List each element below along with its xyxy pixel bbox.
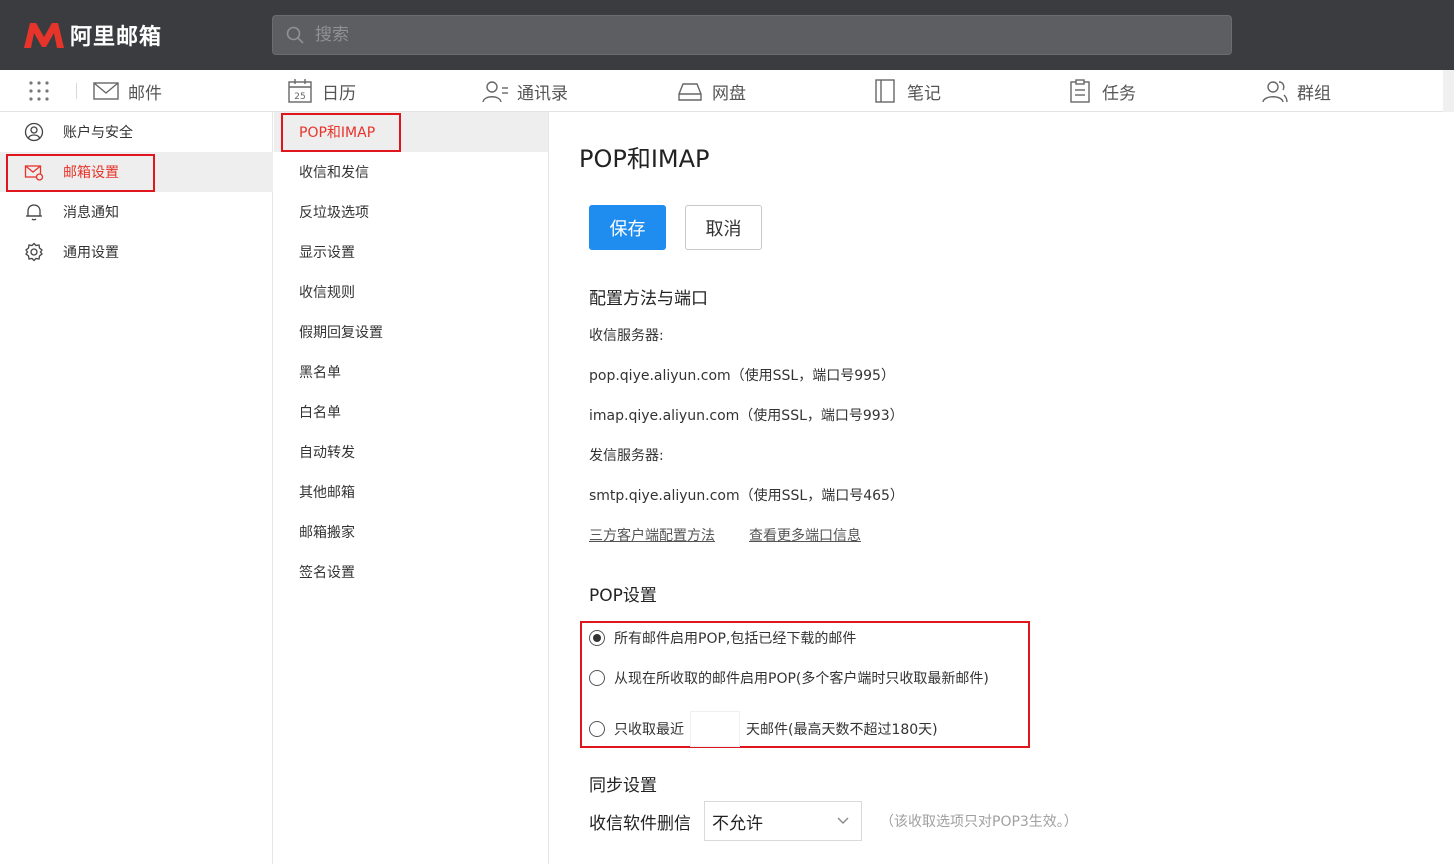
mailbox-settings-subnav: POP和IMAP 收信和发信 反垃圾选项 显示设置 收信规则 假期回复设置 黑名… xyxy=(274,112,549,864)
settings-panel: POP和IMAP 保存 取消 配置方法与端口 收信服务器: pop.qiye.a… xyxy=(549,112,1454,864)
radio-selected[interactable] xyxy=(589,630,605,646)
nav-label: 网盘 xyxy=(712,83,746,104)
imap-server-line: imap.qiye.aliyun.com（使用SSL，端口号993） xyxy=(589,408,904,424)
drive-icon xyxy=(678,83,702,101)
apps-grid-icon[interactable] xyxy=(28,80,50,102)
pop-option-label: 所有邮件启用POP,包括已经下载的邮件 xyxy=(614,631,857,647)
subnav-item-blacklist[interactable]: 黑名单 xyxy=(274,352,548,392)
subnav-item-label: 收信和发信 xyxy=(299,165,369,181)
pop-option-label: 只收取最近 xyxy=(614,722,684,738)
subnav-item-display[interactable]: 显示设置 xyxy=(274,232,548,272)
subnav-item-whitelist[interactable]: 白名单 xyxy=(274,392,548,432)
nav-item-mail[interactable]: 邮件 xyxy=(92,70,162,112)
save-button[interactable]: 保存 xyxy=(589,205,666,250)
calendar-day-badge: 25 xyxy=(294,92,305,102)
app-logo[interactable]: 阿里邮箱 xyxy=(22,18,162,52)
chevron-down-icon xyxy=(837,817,849,824)
sidebar-item-notifications[interactable]: 消息通知 xyxy=(0,192,273,232)
subnav-item-vacation-reply[interactable]: 假期回复设置 xyxy=(274,312,548,352)
pop3-hint: （该收取选项只对POP3生效。） xyxy=(880,814,1078,830)
pop-option-label: 从现在所收取的邮件启用POP(多个客户端时只收取最新邮件) xyxy=(614,671,989,687)
page-title: POP和IMAP xyxy=(579,145,710,173)
user-circle-icon xyxy=(24,122,44,142)
highlight-box-pop-imap xyxy=(281,113,401,152)
subnav-item-label: 显示设置 xyxy=(299,245,355,261)
groups-icon xyxy=(1262,81,1288,103)
logo-text: 阿里邮箱 xyxy=(70,25,163,50)
subnav-item-label: 签名设置 xyxy=(299,565,355,581)
subnav-item-anti-spam[interactable]: 反垃圾选项 xyxy=(274,192,548,232)
outgoing-server-label: 发信服务器: xyxy=(589,448,664,464)
sidebar-item-general-settings[interactable]: 通用设置 xyxy=(0,232,273,272)
nav-label: 邮件 xyxy=(128,83,162,104)
pop-option-label: 天邮件(最高天数不超过180天) xyxy=(746,722,938,738)
sidebar-item-account-security[interactable]: 账户与安全 xyxy=(0,112,273,152)
subnav-item-signature[interactable]: 签名设置 xyxy=(274,552,548,592)
search-icon xyxy=(286,26,304,44)
tasks-icon xyxy=(1070,79,1090,103)
pop-option-recent[interactable]: 只收取最近 天邮件(最高天数不超过180天) xyxy=(589,711,938,747)
subnav-item-label: 邮箱搬家 xyxy=(299,525,355,541)
nav-item-contacts[interactable]: 通讯录 xyxy=(481,70,568,112)
subnav-item-label: 收信规则 xyxy=(299,285,355,301)
recent-days-input[interactable] xyxy=(690,711,740,747)
pop-section-title: POP设置 xyxy=(589,586,657,606)
subnav-item-label: 黑名单 xyxy=(299,365,341,381)
top-header: 阿里邮箱 xyxy=(0,0,1454,70)
cancel-button[interactable]: 取消 xyxy=(685,205,762,250)
nav-divider xyxy=(76,83,77,99)
sidebar-item-label: 消息通知 xyxy=(63,205,119,221)
nav-item-tasks[interactable]: 任务 xyxy=(1066,70,1136,112)
sidebar-item-label: 通用设置 xyxy=(63,245,119,261)
config-section-title: 配置方法与端口 xyxy=(589,289,708,309)
subnav-item-receive-send[interactable]: 收信和发信 xyxy=(274,152,548,192)
nav-label: 通讯录 xyxy=(517,83,568,104)
subnav-item-label: 假期回复设置 xyxy=(299,325,383,341)
smtp-server-line: smtp.qiye.aliyun.com（使用SSL，端口号465） xyxy=(589,488,904,504)
subnav-item-other-mailboxes[interactable]: 其他邮箱 xyxy=(274,472,548,512)
select-value: 不允许 xyxy=(712,813,763,834)
logo-mark-icon xyxy=(24,23,64,48)
subnav-item-auto-forward[interactable]: 自动转发 xyxy=(274,432,548,472)
subnav-item-rules[interactable]: 收信规则 xyxy=(274,272,548,312)
nav-item-notes[interactable]: 笔记 xyxy=(871,70,941,112)
subnav-item-label: 其他邮箱 xyxy=(299,485,355,501)
sync-section-title: 同步设置 xyxy=(589,776,657,796)
pop-option-from-now[interactable]: 从现在所收取的邮件启用POP(多个客户端时只收取最新邮件) xyxy=(589,666,989,690)
pop-option-all[interactable]: 所有邮件启用POP,包括已经下载的邮件 xyxy=(589,626,856,650)
nav-label: 群组 xyxy=(1297,83,1331,104)
delete-setting-select[interactable]: 不允许 xyxy=(704,801,862,841)
mail-icon xyxy=(93,82,119,100)
nav-item-calendar[interactable]: 25 日历 xyxy=(286,70,356,112)
incoming-server-label: 收信服务器: xyxy=(589,328,664,344)
settings-sidebar: 账户与安全 邮箱设置 消息通知 通用设置 xyxy=(0,112,273,864)
radio-unselected[interactable] xyxy=(589,721,605,737)
sidebar-item-label: 账户与安全 xyxy=(63,125,133,141)
nav-label: 日历 xyxy=(322,83,356,104)
subnav-item-mailbox-migration[interactable]: 邮箱搬家 xyxy=(274,512,548,552)
subnav-item-label: 反垃圾选项 xyxy=(299,205,369,221)
calendar-icon: 25 xyxy=(288,79,312,103)
app-nav: 邮件 25 日历 通讯录 网盘 笔记 任务 群组 xyxy=(0,70,1454,112)
gear-icon xyxy=(25,242,43,262)
search-box[interactable] xyxy=(272,15,1232,55)
contacts-icon xyxy=(482,81,508,103)
highlight-box-mailbox-settings xyxy=(6,154,155,192)
nav-item-groups[interactable]: 群组 xyxy=(1261,70,1331,112)
nav-label: 笔记 xyxy=(907,83,941,104)
bell-icon xyxy=(26,204,42,221)
pop-server-line: pop.qiye.aliyun.com（使用SSL，端口号995） xyxy=(589,368,895,384)
nav-label: 任务 xyxy=(1102,83,1136,104)
client-config-link[interactable]: 三方客户端配置方法 xyxy=(589,525,715,545)
nav-item-drive[interactable]: 网盘 xyxy=(676,70,746,112)
search-input[interactable] xyxy=(315,25,1195,45)
delete-setting-label: 收信软件删信 xyxy=(589,814,691,834)
nav-scroll-edge xyxy=(1443,70,1454,112)
radio-unselected[interactable] xyxy=(589,670,605,686)
subnav-item-label: 自动转发 xyxy=(299,445,355,461)
notes-icon xyxy=(875,79,895,103)
subnav-item-label: 白名单 xyxy=(299,405,341,421)
more-ports-link[interactable]: 查看更多端口信息 xyxy=(749,525,861,545)
